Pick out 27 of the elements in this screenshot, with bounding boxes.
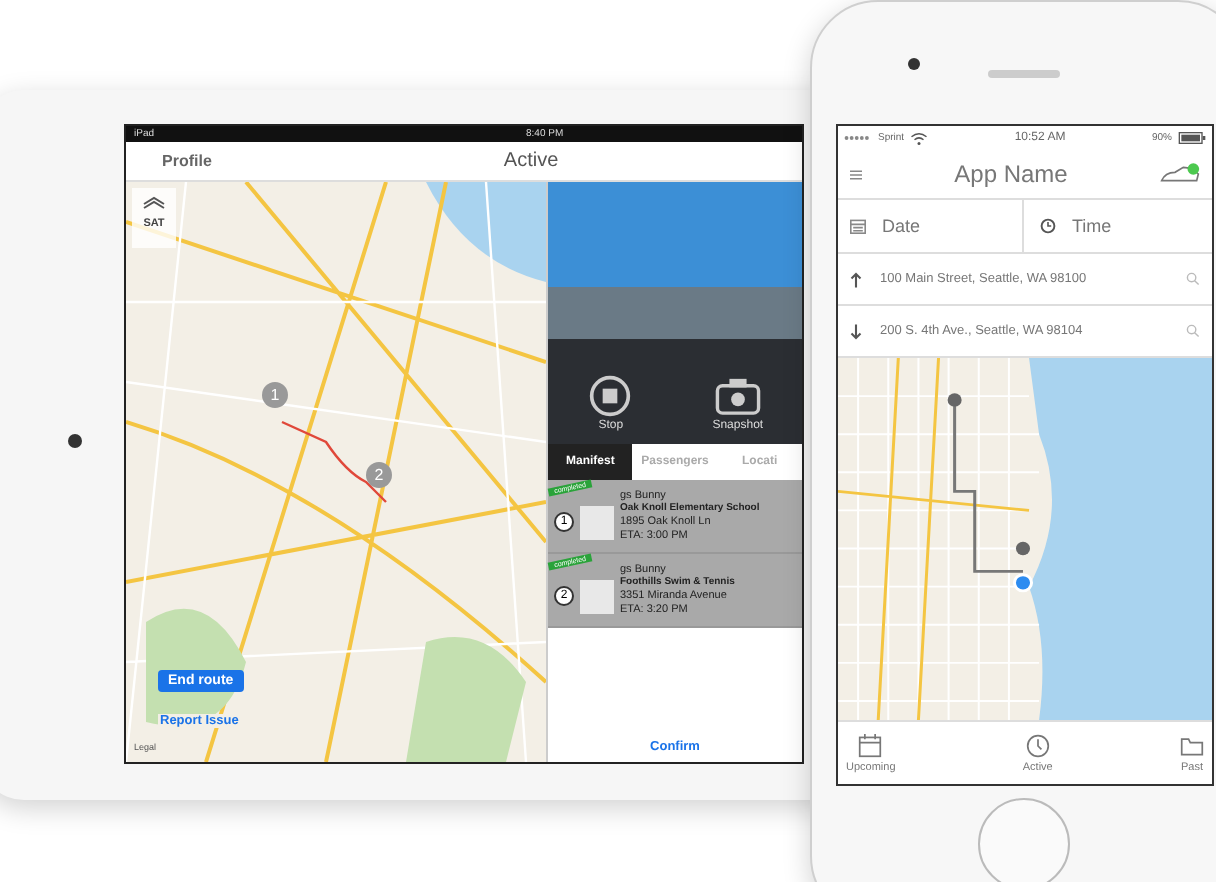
up-arrow-icon	[850, 271, 862, 287]
calendar-icon	[858, 733, 883, 757]
stop-icon	[586, 374, 635, 418]
profile-link[interactable]: Profile	[162, 152, 212, 170]
menu-icon[interactable]	[850, 169, 862, 179]
search-icon	[1186, 272, 1200, 286]
wifi-icon	[910, 131, 929, 145]
camera-dot	[908, 58, 920, 70]
folder-icon	[1180, 733, 1204, 757]
clock-icon	[1025, 733, 1050, 757]
date-field[interactable]: Date	[838, 200, 1022, 252]
time-field[interactable]: Time	[1022, 200, 1212, 252]
nav-title: Active	[503, 150, 559, 172]
signal-icon	[844, 134, 872, 142]
map-thumbnail	[580, 579, 614, 613]
clock-icon	[1040, 218, 1056, 234]
layers-icon[interactable]	[142, 194, 166, 210]
camera-dot	[68, 434, 82, 448]
map-thumbnail	[580, 505, 614, 539]
app-title: App Name	[952, 160, 1070, 188]
car-icon[interactable]	[1160, 162, 1200, 186]
speaker-slot	[988, 70, 1060, 78]
down-arrow-icon	[850, 323, 862, 339]
camera-icon	[713, 374, 762, 418]
search-icon	[1186, 324, 1200, 338]
battery-icon	[1178, 132, 1206, 144]
calendar-icon	[850, 218, 866, 234]
